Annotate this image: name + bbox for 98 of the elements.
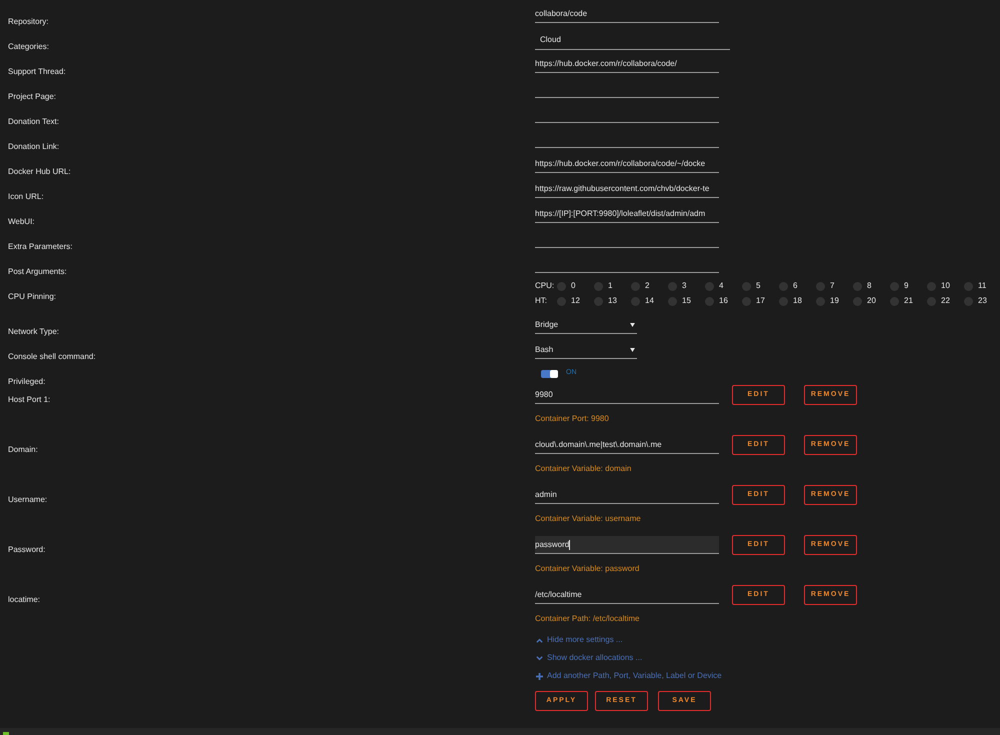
caret-icon xyxy=(630,348,635,352)
field-label: Repository: xyxy=(8,17,48,26)
field-label: CPU Pinning: xyxy=(8,292,56,301)
input-field[interactable]: https://hub.docker.com/r/collabora/code/ xyxy=(535,56,719,73)
checkbox[interactable] xyxy=(705,296,714,306)
core-number: 21 xyxy=(904,295,913,307)
dropdown[interactable]: Bash xyxy=(535,341,637,359)
link[interactable]: Hide more settings ... xyxy=(536,635,1000,645)
checkbox[interactable] xyxy=(853,296,862,306)
checkbox[interactable] xyxy=(816,296,825,306)
input-field[interactable]: cloud\.domain\.me|test\.domain\.me xyxy=(535,436,719,454)
field-label: Support Thread: xyxy=(8,67,66,76)
field-label: Icon URL: xyxy=(8,192,44,201)
input-field[interactable]: https://[IP]:[PORT:9980]/loleaflet/dist/admin/adm xyxy=(535,206,719,223)
input-field[interactable]: collabora/code xyxy=(535,6,719,23)
input-field[interactable]: admin xyxy=(535,486,719,504)
core-number: 10 xyxy=(941,280,950,292)
cpu-row-label: HT: xyxy=(535,295,548,307)
chevron-up-icon xyxy=(536,636,543,644)
chevron-down-icon xyxy=(536,654,543,662)
input-field[interactable]: 9980 xyxy=(535,386,719,404)
field-label: Password: xyxy=(8,545,46,554)
field-label: Post Arguments: xyxy=(8,267,67,276)
field-description: Container Path: /etc/localtime xyxy=(535,613,640,625)
cpu-row-label: CPU: xyxy=(535,280,556,292)
checkbox[interactable] xyxy=(964,296,973,306)
field-label: Host Port 1: xyxy=(8,395,50,404)
dropdown[interactable]: Bridge xyxy=(535,316,637,334)
core-number: 9 xyxy=(904,280,908,292)
field-label: WebUI: xyxy=(8,217,35,226)
core-number: 2 xyxy=(645,280,650,292)
checkbox[interactable] xyxy=(594,296,603,306)
core-number: 3 xyxy=(682,280,686,292)
input-field[interactable]: password xyxy=(535,536,719,554)
checkbox[interactable] xyxy=(631,282,640,290)
status-icon xyxy=(3,732,9,735)
field-label: Donation Text: xyxy=(8,117,59,126)
field-description: Container Port: 9980 xyxy=(535,413,610,425)
field-description: Container Variable: password xyxy=(535,563,640,575)
field-label: Domain: xyxy=(8,445,38,454)
field-label: Network Type: xyxy=(8,327,59,336)
field-label: Donation Link: xyxy=(8,142,60,151)
category-field[interactable]: Cloud xyxy=(535,31,730,50)
checkbox[interactable] xyxy=(890,282,899,290)
checkbox[interactable] xyxy=(668,282,677,290)
core-number: 13 xyxy=(608,295,617,307)
input-field[interactable]: https://raw.githubusercontent.com/chvb/docker-te xyxy=(535,181,719,198)
checkbox[interactable] xyxy=(853,282,862,290)
input-field[interactable]: /etc/localtime xyxy=(535,586,719,604)
link[interactable]: Show docker allocations ... xyxy=(536,653,1000,663)
checkbox[interactable] xyxy=(779,282,788,290)
core-number: 18 xyxy=(793,295,802,307)
link[interactable]: Add another Path, Port, Variable, Label or Device xyxy=(536,671,1000,681)
checkbox[interactable] xyxy=(668,296,677,306)
core-number: 0 xyxy=(571,280,576,292)
core-number: 17 xyxy=(756,295,765,307)
core-number: 5 xyxy=(756,280,760,292)
field-label: Project Page: xyxy=(8,92,56,101)
checkbox[interactable] xyxy=(742,282,751,290)
core-number: 12 xyxy=(571,295,580,307)
checkbox[interactable] xyxy=(594,282,603,290)
core-number: 22 xyxy=(941,295,950,307)
core-number: 1 xyxy=(608,280,612,292)
core-number: 7 xyxy=(830,280,834,292)
checkbox[interactable] xyxy=(742,296,751,306)
core-number: 4 xyxy=(719,280,724,292)
checkbox[interactable] xyxy=(557,282,566,290)
field-label: locatime: xyxy=(8,595,40,604)
toggle-switch[interactable] xyxy=(541,370,558,378)
checkbox[interactable] xyxy=(705,282,714,290)
core-number: 11 xyxy=(978,280,986,292)
core-number: 8 xyxy=(867,280,872,292)
checkbox[interactable] xyxy=(964,282,973,290)
core-number: 23 xyxy=(978,295,987,307)
plus-icon xyxy=(536,672,543,680)
checkbox[interactable] xyxy=(779,296,788,306)
field-label: Username: xyxy=(8,495,48,504)
checkbox[interactable] xyxy=(816,282,825,290)
core-number: 16 xyxy=(719,295,728,307)
field-label: Console shell command: xyxy=(8,352,96,361)
checkbox[interactable] xyxy=(927,282,936,290)
core-number: 6 xyxy=(793,280,798,292)
field-label: Extra Parameters: xyxy=(8,242,72,251)
checkbox[interactable] xyxy=(557,296,566,306)
checkbox[interactable] xyxy=(631,296,640,306)
core-number: 19 xyxy=(830,295,839,307)
field-label: Docker Hub URL: xyxy=(8,167,71,176)
checkbox[interactable] xyxy=(890,296,899,306)
input-field[interactable]: https://hub.docker.com/r/collabora/code/~/docke xyxy=(535,156,719,173)
core-number: 14 xyxy=(645,295,654,307)
core-number: 20 xyxy=(867,295,876,307)
field-description: Container Variable: domain xyxy=(535,463,632,475)
field-label: Categories: xyxy=(8,42,49,51)
field-label: Privileged: xyxy=(8,377,46,386)
caret-icon xyxy=(630,322,635,326)
checkbox[interactable] xyxy=(927,296,936,306)
core-number: 15 xyxy=(682,295,691,307)
field-description: Container Variable: username xyxy=(535,513,642,525)
